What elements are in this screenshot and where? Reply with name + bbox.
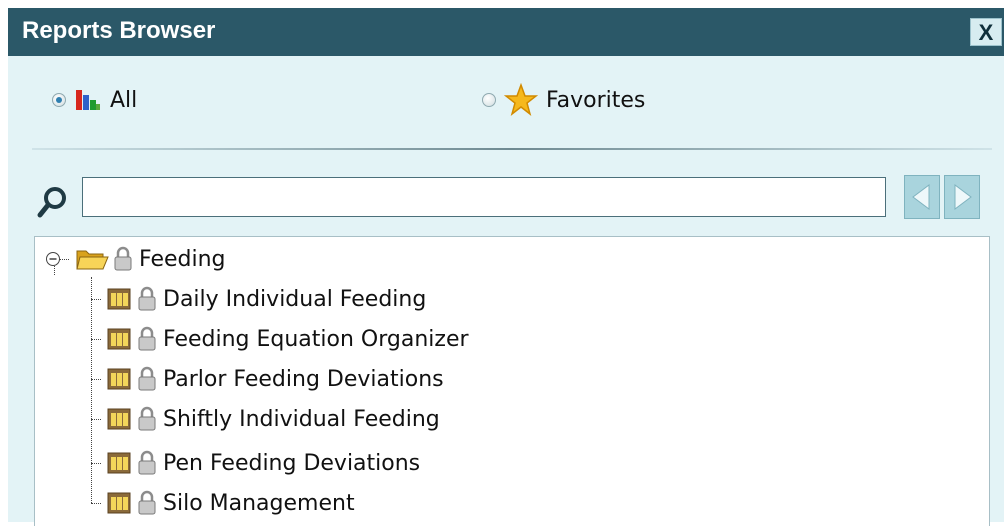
section-divider <box>32 148 992 150</box>
filter-all-radio[interactable] <box>52 93 66 107</box>
tree-connector <box>91 463 101 464</box>
search-input[interactable] <box>82 177 886 217</box>
tree-item[interactable]: Daily Individual Feeding <box>105 283 426 315</box>
folder-open-icon <box>76 250 109 270</box>
filter-all-label: All <box>110 87 138 113</box>
report-grid-icon <box>107 492 131 514</box>
tree-item-label: Parlor Feeding Deviations <box>163 366 444 392</box>
arrow-right-icon <box>954 184 972 210</box>
lock-icon <box>138 450 156 475</box>
lock-icon <box>138 326 156 351</box>
tree-item[interactable]: Pen Feeding Deviations <box>105 447 420 479</box>
search-icon <box>37 187 66 218</box>
lock-icon <box>138 286 156 311</box>
tree-folder-feeding[interactable]: Feeding <box>45 243 226 275</box>
report-grid-icon <box>107 408 131 430</box>
title-bar[interactable]: Reports Browser X <box>8 8 1004 56</box>
tree-item[interactable]: Parlor Feeding Deviations <box>105 363 444 395</box>
tree-connector <box>91 277 92 503</box>
previous-button[interactable] <box>904 175 940 219</box>
collapse-icon[interactable] <box>45 251 61 267</box>
close-button[interactable]: X <box>970 18 1002 46</box>
tree-folder-label: Feeding <box>139 246 226 272</box>
filter-favorites-radio[interactable] <box>482 93 496 107</box>
tree-item-label: Pen Feeding Deviations <box>163 450 421 476</box>
report-grid-icon <box>107 452 131 474</box>
star-icon <box>504 83 538 116</box>
lock-icon <box>138 490 156 515</box>
arrow-left-icon <box>912 184 930 210</box>
lock-icon <box>138 406 156 431</box>
tree-item-label: Shiftly Individual Feeding <box>163 406 440 432</box>
tree-item-label: Daily Individual Feeding <box>163 286 427 312</box>
reports-browser-window: Reports Browser X All Favorites Feeding … <box>8 8 1004 526</box>
tree-item[interactable]: Silo Management <box>105 487 355 519</box>
filter-all-option[interactable]: All <box>52 82 137 118</box>
tree-connector <box>91 503 101 504</box>
tree-connector <box>91 379 101 380</box>
lock-icon <box>138 366 156 391</box>
report-grid-icon <box>107 368 131 390</box>
report-tree[interactable]: Feeding Daily Individual Feeding Feeding… <box>34 236 990 526</box>
filter-favorites-option[interactable]: Favorites <box>482 82 645 118</box>
tree-item[interactable]: Feeding Equation Organizer <box>105 323 469 355</box>
tree-item[interactable]: Shiftly Individual Feeding <box>105 403 440 435</box>
tree-connector <box>91 419 101 420</box>
tree-item-label: Silo Management <box>163 490 355 516</box>
lock-icon <box>114 246 132 271</box>
tree-connector <box>91 339 101 340</box>
window-title: Reports Browser <box>22 17 216 44</box>
tree-item-label: Feeding Equation Organizer <box>163 326 469 352</box>
next-button[interactable] <box>944 175 980 219</box>
filter-favorites-label: Favorites <box>546 87 646 113</box>
tree-connector <box>91 299 101 300</box>
report-grid-icon <box>107 328 131 350</box>
report-grid-icon <box>107 288 131 310</box>
bar-chart-icon <box>76 90 100 110</box>
